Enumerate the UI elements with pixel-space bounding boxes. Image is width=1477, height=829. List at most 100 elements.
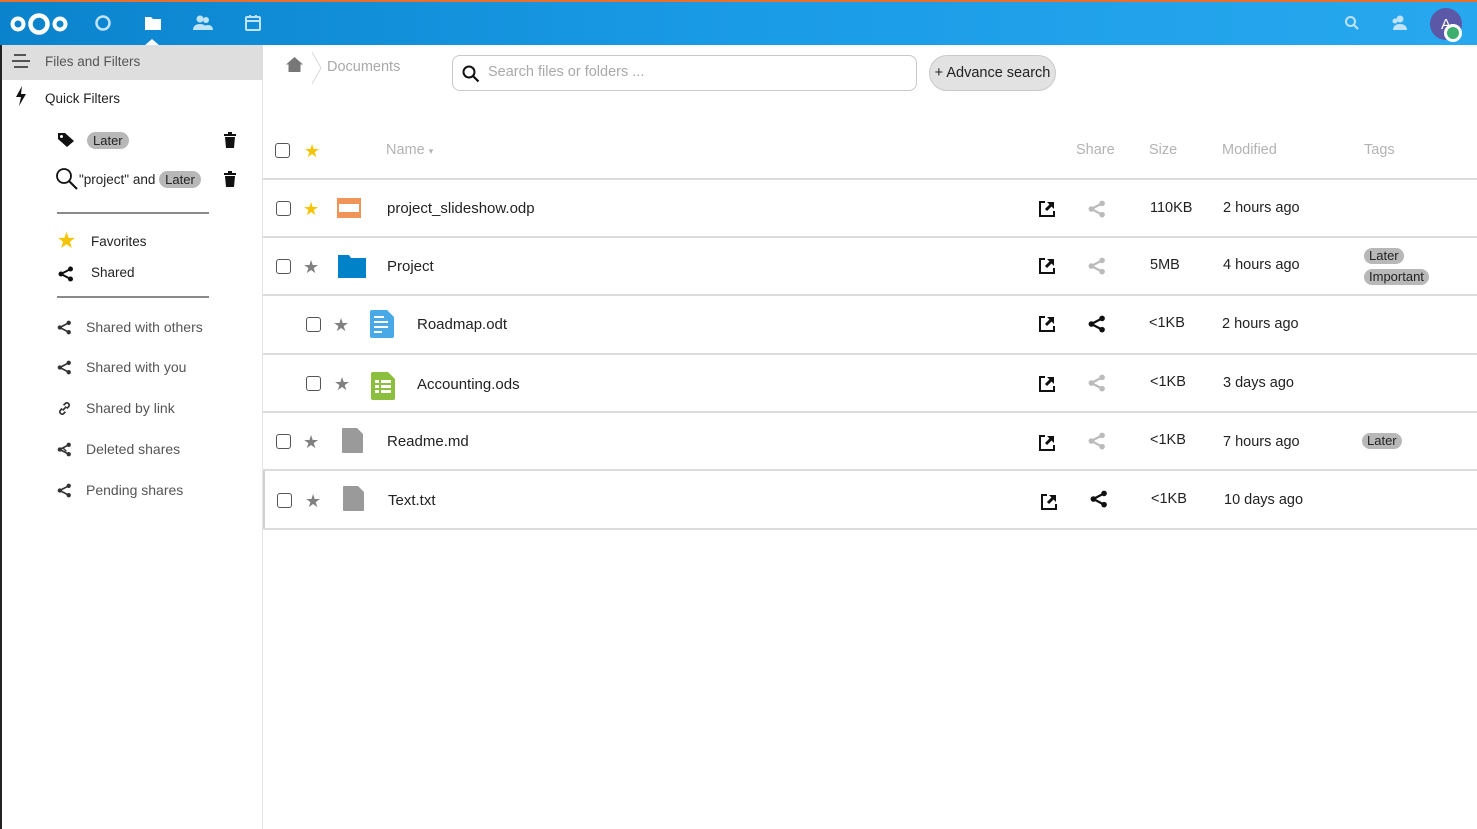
favorite-star-icon[interactable]: ★ (303, 200, 319, 218)
share-icon[interactable] (1088, 315, 1106, 338)
folder-icon (338, 254, 366, 283)
share-icon[interactable] (1088, 374, 1106, 397)
spreadsheet-file-icon (371, 372, 395, 405)
sidebar-title: Files and Filters (45, 54, 141, 69)
favorite-star-icon[interactable]: ★ (305, 492, 321, 510)
row-divider (263, 528, 1477, 530)
share-icon[interactable] (1088, 200, 1106, 223)
sidebar: Files and Filters Quick Filters Later "p… (0, 45, 263, 829)
nextcloud-logo[interactable] (10, 11, 68, 37)
row-divider (263, 178, 1477, 180)
share-item-label: Deleted shares (86, 441, 181, 457)
share-icon[interactable] (1088, 432, 1106, 455)
row-checkbox[interactable] (306, 376, 321, 391)
quick-filter-project-later[interactable]: "project" and Later (79, 171, 201, 188)
search-icon[interactable] (1341, 12, 1363, 34)
generic-file-icon (342, 428, 363, 458)
share-icon[interactable] (1090, 490, 1108, 513)
open-external-icon[interactable] (1038, 200, 1056, 223)
row-checkbox[interactable] (276, 259, 291, 274)
column-header-size[interactable]: Size (1149, 142, 1177, 158)
tag-pill: Later (159, 171, 201, 188)
dashboard-nav-icon[interactable] (92, 12, 114, 34)
file-size: <1KB (1149, 315, 1185, 331)
open-external-icon[interactable] (1038, 375, 1056, 398)
file-name[interactable]: Project (387, 258, 434, 275)
document-file-icon (370, 310, 394, 343)
file-modified: 10 days ago (1224, 492, 1304, 508)
row-checkbox[interactable] (277, 493, 292, 508)
sidebar-item-shared-by-link[interactable]: Shared by link (57, 398, 175, 418)
sidebar-header: Files and Filters (2, 45, 263, 80)
file-size: <1KB (1150, 432, 1186, 448)
advance-search-button[interactable]: + Advance search (929, 55, 1056, 91)
row-divider (263, 236, 1477, 238)
favorite-header-star-icon[interactable]: ★ (304, 142, 320, 160)
sidebar-item-pending-shares[interactable]: Pending shares (57, 480, 183, 500)
row-checkbox[interactable] (306, 317, 321, 332)
column-header-name[interactable]: Name ▾ (386, 142, 433, 158)
breadcrumb-current[interactable]: Documents (327, 59, 400, 75)
top-bar: A (0, 0, 1477, 46)
tag-pill: Later (87, 132, 129, 149)
row-divider (263, 411, 1477, 413)
column-header-share: Share (1076, 142, 1115, 158)
contacts-menu-icon[interactable] (1388, 12, 1410, 34)
favorite-star-icon[interactable]: ★ (303, 433, 319, 451)
generic-file-icon (343, 486, 364, 516)
tag-pill[interactable]: Later (1364, 248, 1404, 264)
file-name[interactable]: project_slideshow.odp (387, 200, 535, 217)
favorite-star-icon[interactable]: ★ (303, 258, 319, 276)
file-size: <1KB (1150, 374, 1186, 390)
filter-prefix: "project" and (79, 172, 156, 187)
select-all-checkbox[interactable] (275, 143, 290, 158)
share-item-label: Shared by link (86, 400, 175, 416)
row-divider (263, 294, 1477, 296)
row-divider (263, 469, 1477, 471)
sidebar-divider (57, 296, 209, 298)
tag-pill[interactable]: Important (1364, 269, 1429, 285)
file-modified: 2 hours ago (1223, 200, 1300, 216)
sidebar-item-shared-with-others[interactable]: Shared with others (57, 317, 203, 337)
row-checkbox[interactable] (276, 434, 291, 449)
open-external-icon[interactable] (1038, 434, 1056, 457)
file-modified: 2 hours ago (1222, 316, 1299, 332)
sidebar-item-deleted-shares[interactable]: Deleted shares (57, 439, 180, 459)
favorite-star-icon[interactable]: ★ (334, 375, 350, 393)
sidebar-item-shared-with-you[interactable]: Shared with you (57, 357, 186, 377)
calendar-nav-icon[interactable] (242, 12, 264, 34)
file-name[interactable]: Roadmap.odt (417, 316, 507, 333)
home-icon[interactable] (286, 57, 303, 77)
contacts-nav-icon[interactable] (192, 12, 214, 34)
search-box[interactable] (452, 55, 917, 91)
tag-icon (57, 132, 75, 148)
search-icon (462, 65, 480, 83)
file-size: 110KB (1150, 200, 1193, 216)
open-external-icon[interactable] (1038, 315, 1056, 338)
file-name[interactable]: Readme.md (387, 433, 469, 450)
open-external-icon[interactable] (1038, 257, 1056, 280)
file-name[interactable]: Text.txt (388, 492, 436, 509)
search-input[interactable] (488, 64, 908, 80)
deleted-share-icon (57, 442, 71, 456)
sort-caret-icon: ▾ (428, 146, 434, 156)
open-external-icon[interactable] (1040, 493, 1058, 516)
sidebar-item-shared[interactable]: Shared (91, 265, 135, 280)
tag-pill[interactable]: Later (1362, 433, 1402, 449)
column-header-tags: Tags (1364, 142, 1395, 158)
hamburger-menu-icon[interactable] (12, 54, 32, 70)
favorite-star-icon[interactable]: ★ (333, 316, 349, 334)
name-header-label: Name (386, 142, 425, 158)
quick-filter-later[interactable]: Later (87, 132, 129, 149)
file-name[interactable]: Accounting.ods (417, 376, 520, 393)
delete-filter-icon[interactable] (223, 171, 237, 187)
share-icon[interactable] (1088, 257, 1106, 280)
share-item-label: Pending shares (86, 482, 184, 498)
column-header-modified[interactable]: Modified (1222, 142, 1277, 158)
row-checkbox[interactable] (276, 201, 291, 216)
files-nav-icon[interactable] (142, 12, 164, 34)
search-filter-icon (55, 167, 79, 191)
delete-filter-icon[interactable] (223, 132, 237, 148)
sidebar-item-favorites[interactable]: Favorites (91, 234, 147, 249)
share-icon (57, 360, 71, 374)
